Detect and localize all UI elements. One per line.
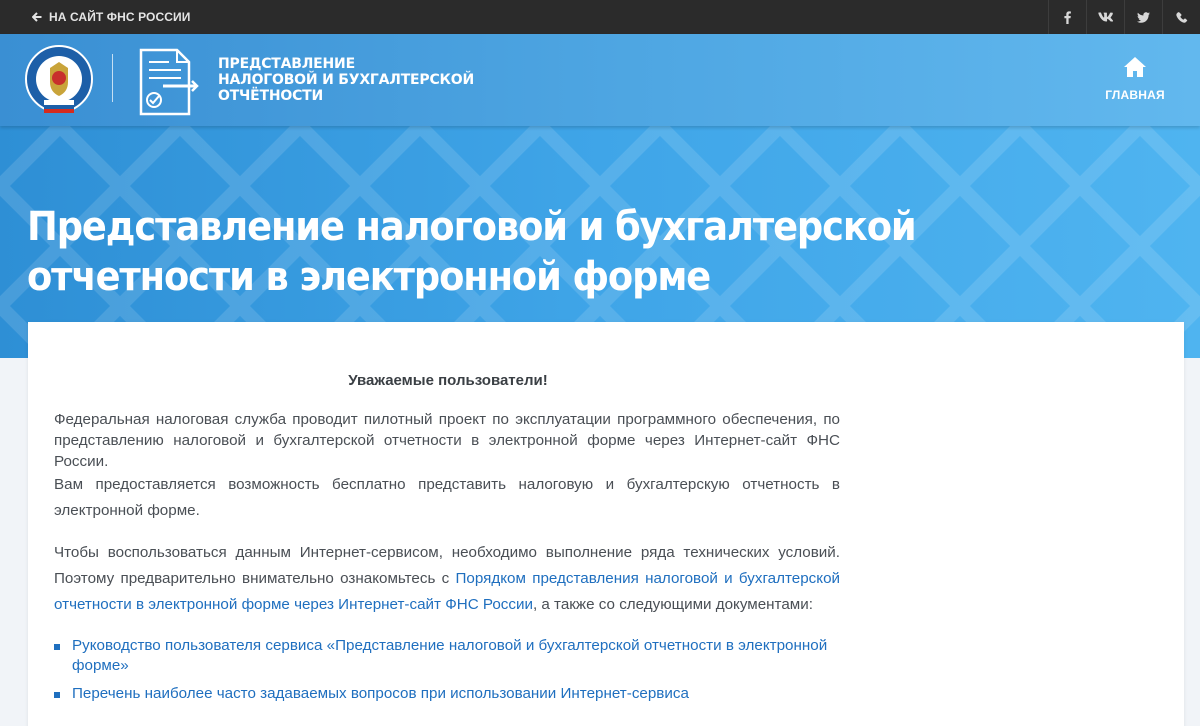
documents-list: Руководство пользователя сервиса «Предст… bbox=[54, 636, 840, 712]
opportunity-paragraph: Вам предоставляется возможность бесплатн… bbox=[54, 476, 840, 519]
site-header: ПРЕДСТАВЛЕНИЕ НАЛОГОВОЙ И БУХГАЛТЕРСКОЙ … bbox=[0, 34, 1200, 126]
top-bar: НА САЙТ ФНС РОССИИ bbox=[0, 0, 1200, 34]
arrow-left-icon bbox=[32, 12, 42, 22]
requirements-paragraph: Чтобы воспользоваться данным Интернет-се… bbox=[54, 540, 840, 618]
phone-button[interactable] bbox=[1162, 0, 1200, 34]
intro-paragraph: Федеральная налоговая служба проводит пи… bbox=[54, 411, 840, 470]
home-label: ГЛАВНАЯ bbox=[1105, 88, 1165, 102]
phone-icon bbox=[1176, 11, 1188, 23]
greeting-heading: Уважаемые пользователи! bbox=[348, 372, 548, 389]
back-link-label: НА САЙТ ФНС РОССИИ bbox=[49, 10, 191, 24]
home-icon bbox=[1124, 57, 1146, 77]
facebook-icon bbox=[1064, 10, 1071, 24]
twitter-icon bbox=[1137, 11, 1150, 23]
service-title[interactable]: ПРЕДСТАВЛЕНИЕ НАЛОГОВОЙ И БУХГАЛТЕРСКОЙ … bbox=[218, 56, 474, 104]
page-title: Представление налоговой и бухгалтерской … bbox=[27, 204, 917, 300]
back-to-fns-link[interactable]: НА САЙТ ФНС РОССИИ bbox=[32, 0, 190, 34]
user-guide-link[interactable]: Руководство пользователя сервиса «Предст… bbox=[72, 637, 827, 674]
twitter-button[interactable] bbox=[1124, 0, 1162, 34]
service-title-line-1: ПРЕДСТАВЛЕНИЕ bbox=[218, 56, 355, 72]
content-card: Уважаемые пользователи! Федеральная нало… bbox=[28, 322, 1184, 726]
service-title-line-2: НАЛОГОВОЙ И БУХГАЛТЕРСКОЙ bbox=[218, 72, 475, 88]
document-report-icon bbox=[139, 48, 199, 116]
faq-link[interactable]: Перечень наиболее часто задаваемых вопро… bbox=[72, 685, 689, 702]
social-links bbox=[1048, 0, 1200, 34]
header-divider bbox=[112, 54, 113, 102]
requirements-text-after: , а также со следующими документами: bbox=[532, 596, 813, 613]
vk-button[interactable] bbox=[1086, 0, 1124, 34]
facebook-button[interactable] bbox=[1048, 0, 1086, 34]
service-title-line-3: ОТЧЁТНОСТИ bbox=[218, 88, 324, 104]
list-item: Руководство пользователя сервиса «Предст… bbox=[54, 636, 840, 676]
fns-emblem-logo[interactable] bbox=[24, 44, 94, 116]
home-nav-link[interactable]: ГЛАВНАЯ bbox=[1105, 56, 1165, 104]
vk-icon bbox=[1098, 12, 1113, 22]
list-item: Перечень наиболее часто задаваемых вопро… bbox=[54, 684, 840, 704]
